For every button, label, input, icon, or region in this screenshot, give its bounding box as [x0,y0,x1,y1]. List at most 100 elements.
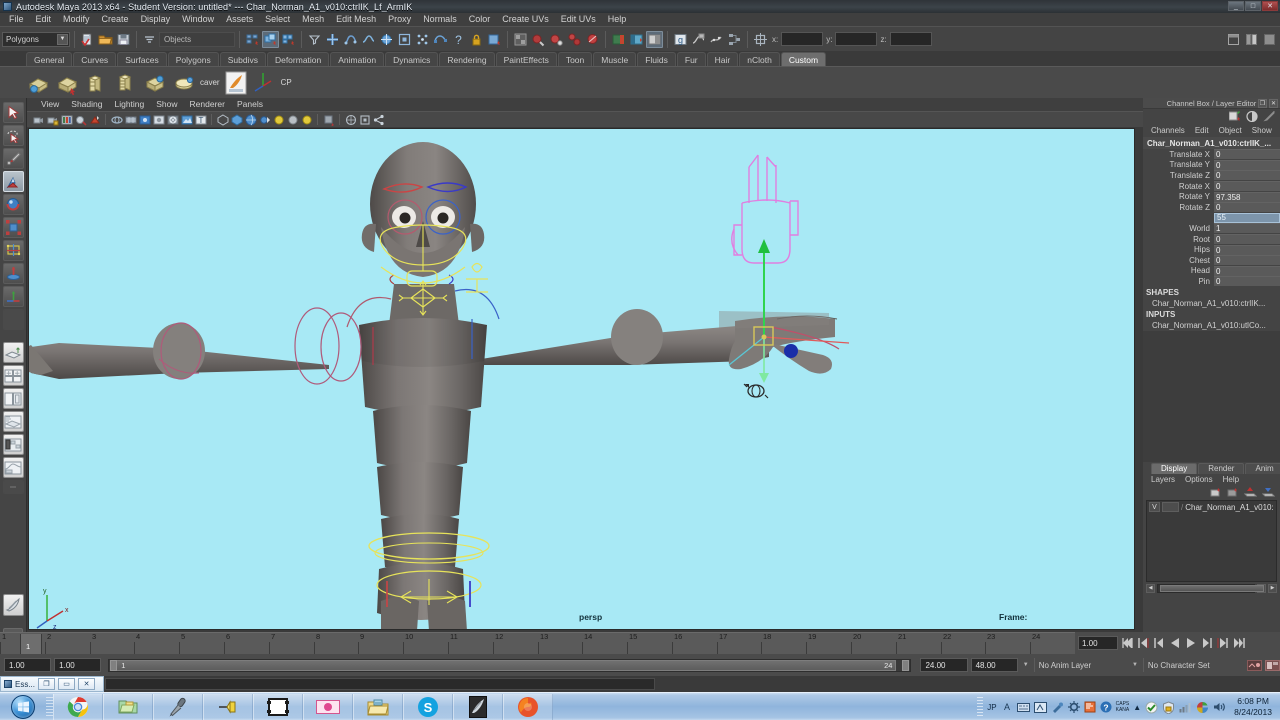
channel-menu-show[interactable]: Show [1247,126,1277,135]
shelf-tab-hair[interactable]: Hair [706,52,739,66]
paint-effects-tool[interactable] [2,594,24,616]
playback-start-time-field[interactable]: 1.00 [54,658,102,672]
tray-expand-icon[interactable]: ▲ [1133,703,1141,712]
close-panel-button[interactable]: ✕ [1269,99,1278,108]
viewport-menu-show[interactable]: Show [150,98,183,111]
layer-row[interactable]: V / Char_Norman_A1_v010: [1147,501,1276,514]
ipr-render-button[interactable] [530,31,547,48]
taskbar-film[interactable] [253,693,303,720]
shelf-tab-polygons[interactable]: Polygons [167,52,219,66]
taskbar-mic[interactable] [153,693,203,720]
channel-row[interactable]: Rotate Z 0 [1143,202,1280,213]
maximize-button[interactable]: □ [1245,1,1261,11]
channel-value[interactable]: 0 [1214,181,1280,192]
universal-manipulator-tool[interactable] [2,240,24,261]
soft-modification-tool[interactable] [2,263,24,284]
channel-value[interactable]: 0 [1214,234,1280,245]
help-button[interactable]: ? [450,31,467,48]
channel-row[interactable]: Translate Y 0 [1143,159,1280,171]
channel-row[interactable]: Translate X 0 [1143,149,1280,160]
xray-icon[interactable] [344,113,357,126]
layer-menu-help[interactable]: Help [1218,475,1244,484]
graph-editor-button[interactable] [690,31,707,48]
range-left-grip[interactable] [110,659,118,671]
channel-row[interactable]: Rotate X 0 [1143,181,1280,192]
show-manipulator-tool[interactable] [2,286,24,307]
snap-to-projected-center-button[interactable] [378,31,395,48]
layer-tab-display[interactable]: Display [1151,462,1198,474]
show-hide-ui-elements-button[interactable] [1225,31,1242,48]
close-button[interactable]: ✕ [1262,1,1278,11]
go-to-start-button[interactable] [1119,636,1134,651]
shelf-tab-ncloth[interactable]: nCloth [739,52,780,66]
shelf-tab-rendering[interactable]: Rendering [439,52,495,66]
shelf-tab-muscle[interactable]: Muscle [593,52,637,66]
channel-value[interactable]: 0 [1214,276,1280,287]
taskbar-folder[interactable] [103,693,153,720]
minimized-window-close-button[interactable]: ✕ [78,678,96,690]
animation-preferences-button[interactable] [1265,659,1280,672]
layer-tab-render[interactable]: Render [1198,462,1245,474]
menu-edit-mesh[interactable]: Edit Mesh [330,13,382,26]
light-two-icon[interactable] [286,113,299,126]
shelf-icon-6[interactable] [171,70,197,96]
shelf-icon-2[interactable] [55,70,81,96]
channel-menu-object[interactable]: Object [1214,126,1247,135]
menu-assets[interactable]: Assets [220,13,259,26]
viewport-menu-renderer[interactable]: Renderer [184,98,231,111]
taskbar-pin[interactable] [203,693,253,720]
exposure-icon[interactable] [180,113,193,126]
keyboard-icon[interactable] [1016,702,1030,713]
share-viewport-icon[interactable] [372,113,385,126]
menu-edit-uvs[interactable]: Edit UVs [555,13,602,26]
viewport-menu-panels[interactable]: Panels [231,98,269,111]
snap-to-point-button[interactable] [360,31,377,48]
paint-select-tool[interactable] [2,148,24,169]
channel-row[interactable]: Root 0 [1143,234,1280,245]
grid-display-icon[interactable] [124,113,137,126]
step-forward-frame-button[interactable] [1199,636,1214,651]
rotate-tool[interactable] [2,194,24,215]
chevron-down-icon[interactable]: ▼ [1023,662,1029,668]
hypershade-button[interactable] [566,31,583,48]
auto-keyframe-toggle[interactable] [1247,659,1263,672]
minimized-window-minimize-button[interactable]: ▭ [58,678,76,690]
hypergraph-button[interactable] [726,31,743,48]
shelf-icon-cp-axis[interactable] [252,70,278,96]
battery-icon[interactable] [1196,701,1209,714]
move-layer-up-icon[interactable] [1244,487,1257,498]
shelf-tab-animation[interactable]: Animation [330,52,385,66]
channel-value[interactable]: 0 [1214,202,1280,213]
use-all-lights-icon[interactable] [258,113,271,126]
shelf-tab-deformation[interactable]: Deformation [266,52,330,66]
selection-mask-field[interactable]: Objects [159,31,235,47]
select-camera-icon[interactable] [32,113,45,126]
tools-icon[interactable] [1051,702,1064,713]
smooth-shade-icon[interactable] [230,113,243,126]
step-forward-key-button[interactable] [1215,636,1230,651]
layer-list-scrollbar[interactable]: ◀ ◀ ▶ [1146,583,1277,593]
channel-value[interactable]: 0 [1214,149,1280,160]
taskbar-record[interactable] [303,693,353,720]
scroll-left-icon[interactable]: ◀ [1146,583,1155,593]
anim-start-time-field[interactable]: 1.00 [4,658,52,672]
menu-normals[interactable]: Normals [417,13,463,26]
menu-edit[interactable]: Edit [30,13,58,26]
attribute-editor-icon[interactable] [1263,111,1276,122]
outliner-persp-layout[interactable] [2,411,24,432]
resolution-gate-icon[interactable] [152,113,165,126]
network-icon[interactable] [1179,702,1192,713]
shelf-icon-maya[interactable] [223,70,249,96]
channel-value[interactable]: 1 [1214,223,1280,234]
make-live-button[interactable] [432,31,449,48]
play-backwards-button[interactable] [1167,636,1182,651]
shelf-tab-painteffects[interactable]: PaintEffects [495,52,557,66]
shelf-icon-5[interactable] [142,70,168,96]
input-coordinate-mode-button[interactable] [752,31,769,48]
coord-x-input[interactable] [781,32,824,46]
select-tool[interactable] [2,102,24,123]
select-by-object-type-button[interactable] [262,30,279,48]
wireframe-shading-icon[interactable] [216,113,229,126]
doc-icon[interactable] [1084,701,1096,713]
shelf-tab-subdivs[interactable]: Subdivs [219,52,266,66]
